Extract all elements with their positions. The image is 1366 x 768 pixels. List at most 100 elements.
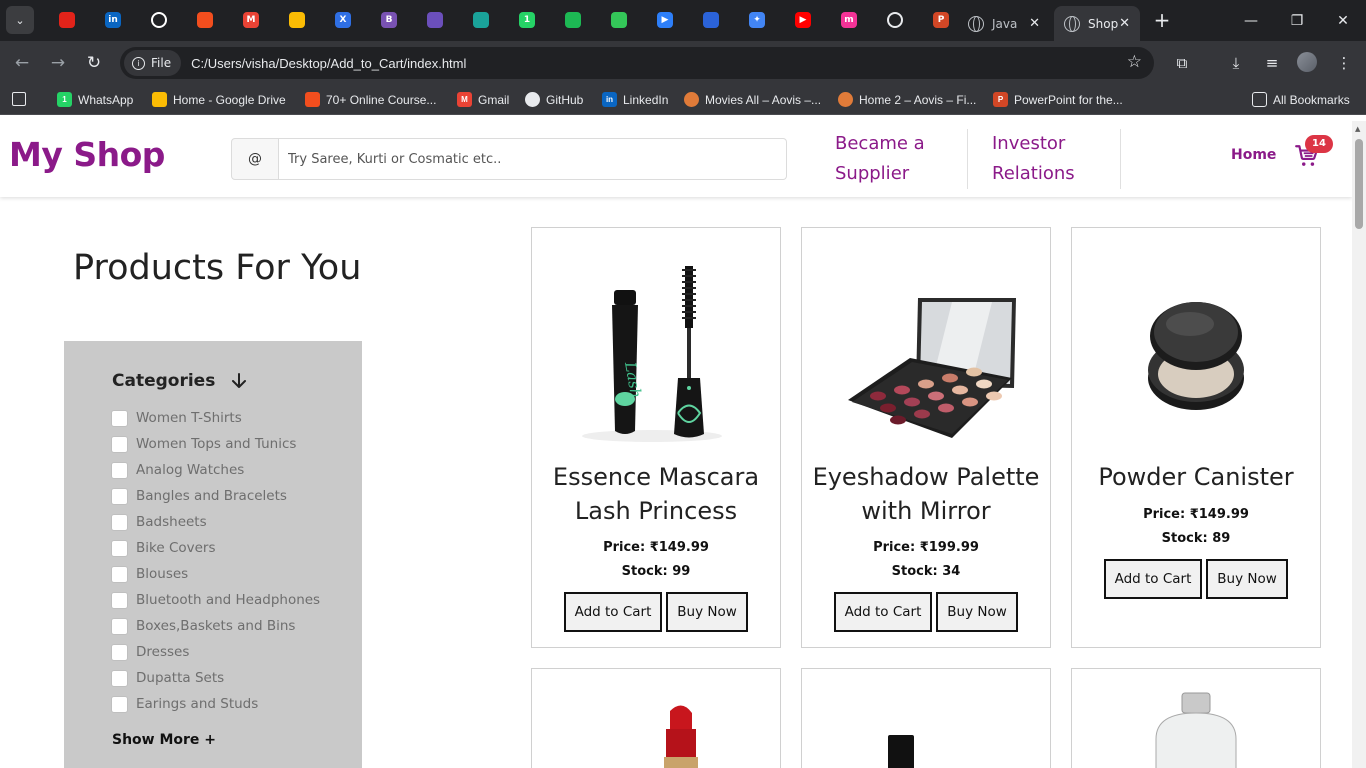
category-checkbox[interactable] [111,617,128,635]
category-checkbox[interactable] [111,565,128,583]
search-input[interactable] [279,138,787,180]
buy-now-button[interactable]: Buy Now [666,592,748,632]
site-info-chip[interactable]: i File [124,50,182,76]
apps-grid-icon[interactable] [12,92,26,106]
whatsapp-tab-icon[interactable]: 1 [504,9,550,31]
search-bar: @ [231,138,787,180]
category-checkbox[interactable] [111,539,128,557]
forward-icon[interactable]: → [48,53,68,73]
pw-tab-icon[interactable] [458,9,504,31]
back-icon[interactable]: ← [12,53,32,73]
new-tab-icon[interactable]: + [1150,8,1174,32]
youtube-tab-icon[interactable]: ▶ [780,9,826,31]
category-checkbox[interactable] [111,409,128,427]
buy-now-button[interactable]: Buy Now [1206,559,1288,599]
tab-java[interactable]: Java ✕ [958,6,1050,41]
address-bar[interactable]: i File C:/Users/visha/Desktop/Add_to_Car… [120,47,1154,79]
category-item[interactable]: Earings and Studs [111,691,320,717]
all-bookmarks[interactable]: All Bookmarks [1252,92,1350,107]
arrow-down-icon[interactable] [229,371,249,391]
category-item[interactable]: Analog Watches [111,457,320,483]
figma-tab-icon[interactable] [182,9,228,31]
globe-icon [1064,15,1080,32]
category-label: Earings and Studs [136,696,259,712]
menu-kebab-icon[interactable]: ⋮ [1333,54,1355,72]
add-to-cart-button[interactable]: Add to Cart [834,592,932,632]
close-icon[interactable]: ✕ [1119,16,1130,31]
media-control-icon[interactable]: ≡ [1261,54,1283,72]
category-item[interactable]: Blouses [111,561,320,587]
spotify-tab-icon[interactable] [550,9,596,31]
category-checkbox[interactable] [111,487,128,505]
show-more-button[interactable]: Show More + [112,732,216,748]
coolors-tab-icon[interactable] [412,9,458,31]
bookmark-item[interactable]: 1 WhatsApp [57,92,133,107]
bootstrap-tab-icon[interactable]: B [366,9,412,31]
category-item[interactable]: Bluetooth and Headphones [111,587,320,613]
bookmark-item[interactable]: M Gmail [457,92,509,107]
scroll-up-icon[interactable]: ▲ [1355,125,1360,133]
github-tab-icon[interactable] [136,9,182,31]
bookmark-star-icon[interactable]: ☆ [1127,52,1142,72]
bookmark-label: LinkedIn [623,92,669,107]
category-item[interactable]: Bangles and Bracelets [111,483,320,509]
linkedin-tab-icon[interactable]: in [90,9,136,31]
category-item[interactable]: Bike Covers [111,535,320,561]
category-checkbox[interactable] [111,695,128,713]
scrollbar-thumb[interactable] [1355,139,1363,229]
tab-search-icon[interactable]: ⌄ [6,6,34,34]
category-item[interactable]: Women Tops and Tunics [111,431,320,457]
product-card [1071,668,1321,768]
url-text[interactable]: C:/Users/visha/Desktop/Add_to_Cart/index… [191,56,466,71]
category-checkbox[interactable] [111,643,128,661]
add-to-cart-button[interactable]: Add to Cart [1104,559,1202,599]
drive-tab-icon[interactable] [274,9,320,31]
category-checkbox[interactable] [111,591,128,609]
page-scrollbar[interactable]: ▲ [1352,121,1366,768]
gmail-tab-icon[interactable]: M [228,9,274,31]
category-item[interactable]: Badsheets [111,509,320,535]
bookmark-item[interactable]: Movies All – Aovis –... [684,92,821,107]
extensions-icon[interactable]: ⧉ [1171,54,1193,72]
bookmark-item[interactable]: Home 2 – Aovis – Fi... [838,92,976,107]
play-tab-icon[interactable]: ▶ [642,9,688,31]
bookmark-item[interactable]: Home - Google Drive [152,92,286,107]
bookmark-item[interactable]: GitHub [525,92,583,107]
download-icon[interactable]: ⤓ [1225,54,1247,72]
openai-tab-icon[interactable] [872,9,918,31]
bookmark-item[interactable]: 70+ Online Course... [305,92,436,107]
tab-shop[interactable]: Shop ✕ [1054,6,1140,41]
gradient-tab-icon[interactable] [596,9,642,31]
flag-blue-tab-icon[interactable] [688,9,734,31]
site-logo[interactable]: My Shop [9,135,165,174]
bookmark-item[interactable]: P PowerPoint for the... [993,92,1123,107]
buy-now-button[interactable]: Buy Now [936,592,1018,632]
category-item[interactable]: Boxes,Baskets and Bins [111,613,320,639]
category-checkbox[interactable] [111,435,128,453]
home-link[interactable]: Home [1231,147,1276,163]
xd-tab-icon[interactable]: X [320,9,366,31]
investor-relations-link[interactable]: Investor Relations [992,129,1075,189]
aovis-icon [684,92,699,107]
category-item[interactable]: Dupatta Sets [111,665,320,691]
add-to-cart-button[interactable]: Add to Cart [564,592,662,632]
product-price: Price: ₹149.99 [1143,507,1249,522]
window-close-icon[interactable]: ✕ [1320,0,1366,41]
scheme-label: File [151,56,172,70]
gemini-tab-icon[interactable]: ✦ [734,9,780,31]
category-label: Dresses [136,644,190,660]
category-checkbox[interactable] [111,669,128,687]
reload-icon[interactable]: ↻ [84,53,104,73]
meesho-tab-icon[interactable]: m [826,9,872,31]
flag-tab-icon[interactable] [44,9,90,31]
close-icon[interactable]: ✕ [1029,16,1040,31]
category-checkbox[interactable] [111,513,128,531]
bookmark-item[interactable]: in LinkedIn [602,92,668,107]
category-item[interactable]: Dresses [111,639,320,665]
become-supplier-link[interactable]: Became a Supplier [835,129,925,189]
profile-avatar[interactable] [1297,52,1317,72]
category-checkbox[interactable] [111,461,128,479]
maximize-icon[interactable]: ❐ [1274,0,1320,41]
minimize-icon[interactable]: — [1228,0,1274,41]
category-item[interactable]: Women T-Shirts [111,405,320,431]
